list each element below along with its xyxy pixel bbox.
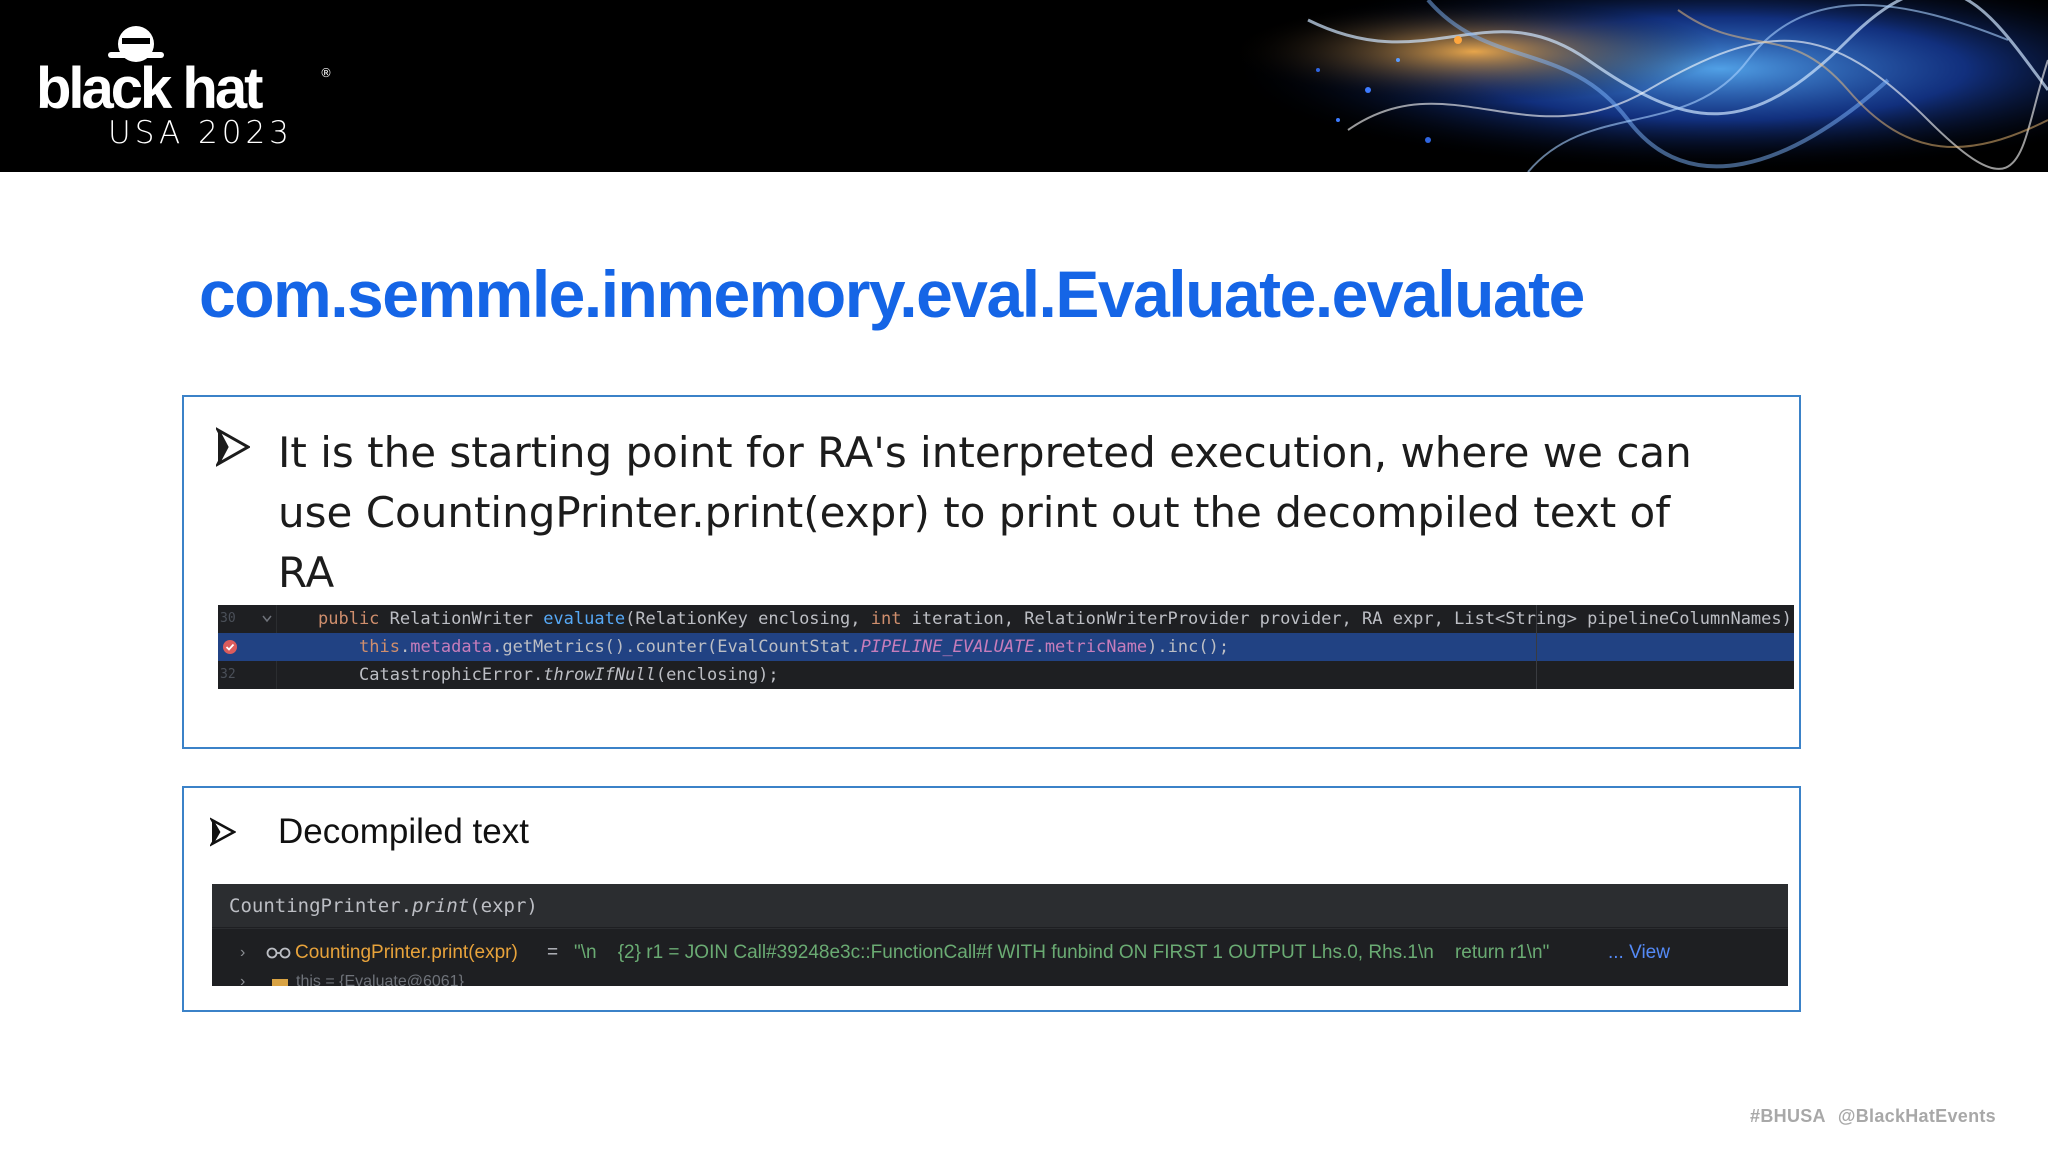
code-token: (RelationKey enclosing,: [625, 609, 871, 629]
arrow-bullet-icon: [210, 817, 236, 847]
code-token: metricName: [1044, 637, 1148, 657]
code-token: .: [1034, 637, 1045, 657]
logo-wordmark: black hat: [36, 56, 263, 121]
fold-chevron-icon[interactable]: [262, 615, 272, 623]
code-token: .getMetrics().counter(EvalCountStat.: [492, 637, 861, 657]
bullet-item: Decompiled text: [210, 810, 529, 854]
hashtag: #BHUSA: [1750, 1106, 1826, 1126]
variable-name: CountingPrinter.print(expr): [295, 942, 518, 963]
expand-chevron-icon[interactable]: ›: [240, 973, 245, 986]
code-snippet-evaluate: 30 public RelationWriter evaluate(Relati…: [218, 605, 1794, 689]
equals-sign: =: [547, 942, 559, 963]
variable-row[interactable]: › CountingPrinter.print(expr) = "\n {2} …: [212, 939, 1788, 967]
debugger-variables-panel: CountingPrinter.print(expr) › CountingPr…: [212, 884, 1788, 986]
registered-mark: ®: [320, 66, 332, 80]
code-token: metadata: [410, 637, 493, 657]
line-number: 32: [220, 667, 236, 682]
decompiled-text-box: Decompiled text CountingPrinter.print(ex…: [182, 786, 1801, 1012]
code-line: 30 public RelationWriter evaluate(Relati…: [218, 605, 1794, 633]
view-link[interactable]: ... View: [1608, 939, 1670, 967]
code-token: evaluate: [543, 609, 626, 629]
field-icon: [272, 979, 288, 986]
code-text: this.metadata.getMetrics().counter(EvalC…: [359, 633, 1229, 661]
variable-row-partial[interactable]: › this = {Evaluate@6061}: [240, 973, 464, 986]
breakpoint-icon[interactable]: [222, 639, 238, 655]
black-hat-logo: black hat ® USA 2023: [36, 22, 336, 151]
code-line: 32 CatastrophicError.throwIfNull(enclosi…: [218, 661, 1794, 689]
arrow-bullet-icon: [216, 427, 250, 467]
code-token: CatastrophicError.: [359, 665, 544, 685]
bullet-item: It is the starting point for RA's interp…: [216, 423, 1776, 603]
code-line-highlighted: this.metadata.getMetrics().counter(EvalC…: [218, 633, 1794, 661]
variable-value: "\n {2} r1 = JOIN Call#39248e3c::Functio…: [574, 942, 1550, 963]
bullet-text: Decompiled text: [278, 812, 529, 851]
code-text: CatastrophicError.throwIfNull(enclosing)…: [359, 661, 779, 689]
code-token: PIPELINE_EVALUATE: [860, 637, 1035, 657]
code-token: (enclosing);: [655, 665, 779, 685]
code-token: iteration, RelationWriterProvider provid…: [911, 609, 1792, 629]
code-token: RelationWriter: [389, 609, 544, 629]
code-token: throwIfNull: [543, 665, 656, 685]
expand-chevron-icon[interactable]: ›: [240, 939, 245, 967]
twitter-handle: @BlackHatEvents: [1837, 1106, 1996, 1126]
description-box: It is the starting point for RA's interp…: [182, 395, 1801, 749]
footer-tags: #BHUSA @BlackHatEvents: [1750, 1106, 1996, 1127]
header-banner: black hat ® USA 2023: [0, 0, 2048, 172]
evaluate-expression-field[interactable]: CountingPrinter.print(expr): [212, 884, 1788, 928]
slide-title: com.semmle.inmemory.eval.Evaluate.evalua…: [199, 257, 1585, 331]
bullet-text: It is the starting point for RA's interp…: [278, 428, 1692, 597]
abstract-smoke-art: [1228, 0, 2048, 172]
logo-event-year: USA 2023: [108, 115, 293, 151]
code-token: ).inc();: [1147, 637, 1230, 657]
watch-glasses-icon: [266, 947, 291, 959]
code-token: public: [318, 609, 390, 629]
code-text: public RelationWriter evaluate(RelationK…: [318, 605, 1792, 633]
code-token: .: [399, 637, 411, 657]
code-token: int: [870, 609, 912, 629]
variable-text: this = {Evaluate@6061}: [296, 973, 464, 986]
code-token: this: [359, 637, 400, 657]
